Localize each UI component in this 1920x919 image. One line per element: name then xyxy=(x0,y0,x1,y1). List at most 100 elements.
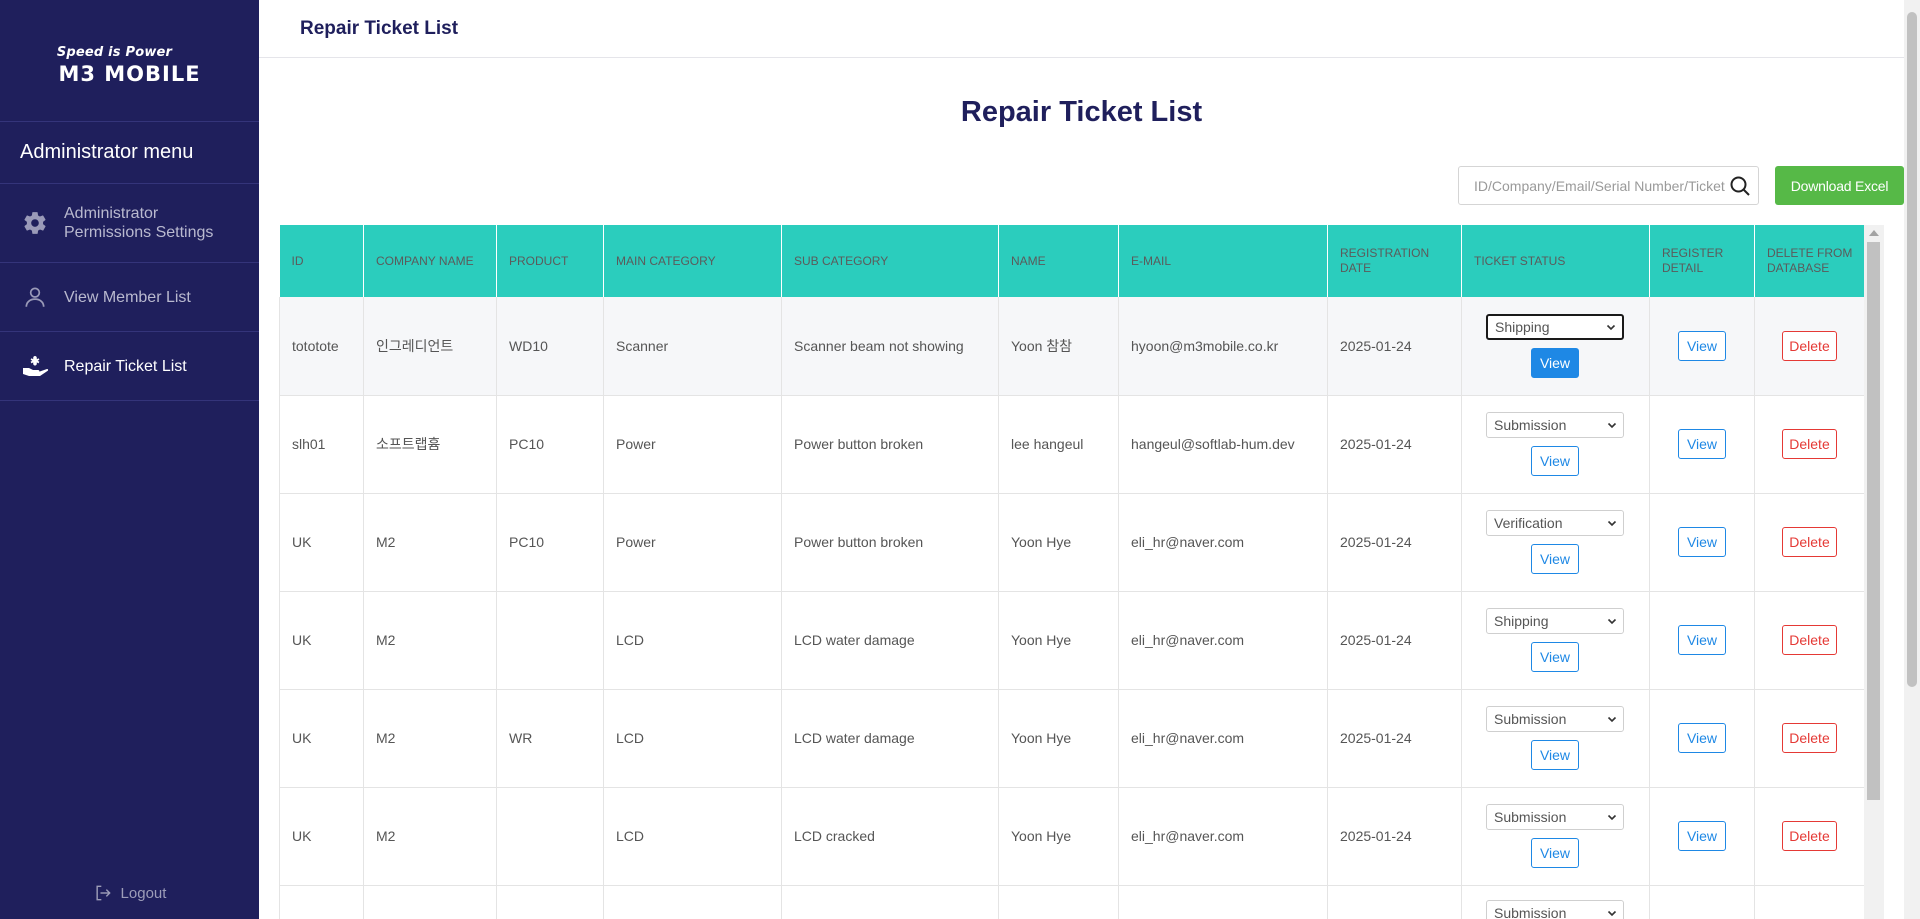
cell-id: UK xyxy=(279,493,364,592)
cell-date: 2025-01-24 xyxy=(1327,297,1462,396)
status-select[interactable]: Submission xyxy=(1486,412,1624,438)
status-select[interactable]: Submission xyxy=(1486,706,1624,732)
scroll-up-arrow[interactable] xyxy=(1869,230,1879,236)
brand-logo[interactable]: Speed is Power M3 MOBILE xyxy=(0,0,259,122)
chevron-down-icon xyxy=(1607,422,1617,429)
status-value: Submission xyxy=(1494,417,1567,433)
status-select[interactable]: Submission xyxy=(1486,804,1624,830)
status-view-button[interactable]: View xyxy=(1531,544,1579,574)
status-view-button[interactable]: View xyxy=(1531,446,1579,476)
ticket-table-container[interactable]: ID COMPANY NAME PRODUCT MAIN CATEGORY SU… xyxy=(279,225,1864,919)
status-view-button[interactable]: View xyxy=(1531,740,1579,770)
delete-button[interactable]: Delete xyxy=(1782,429,1837,459)
status-view-button[interactable]: View xyxy=(1531,838,1579,868)
cell-email: eli_hr@naver.com xyxy=(1118,689,1328,788)
cell-company: 인그레디언트 xyxy=(363,297,497,396)
cell-status: Submission View xyxy=(1461,395,1650,494)
cell-date: 2025-01-24 xyxy=(1327,493,1462,592)
status-select[interactable]: Submission xyxy=(1486,899,1624,919)
table-scrollbar-thumb[interactable] xyxy=(1867,242,1880,800)
cell-status: Submission View xyxy=(1461,689,1650,788)
logo-brand: M3 MOBILE xyxy=(58,62,201,86)
status-view-button[interactable]: View xyxy=(1531,642,1579,672)
cell-status: Submission View xyxy=(1461,787,1650,886)
cell-id: UK xyxy=(279,689,364,788)
cell-product xyxy=(496,787,604,886)
chevron-down-icon xyxy=(1607,618,1617,625)
delete-button[interactable]: Delete xyxy=(1782,821,1837,851)
cell-delete: Delete xyxy=(1754,591,1864,690)
chevron-down-icon xyxy=(1607,910,1617,916)
table-body: tototote 인그레디언트 WD10 Scanner Scanner beam no… xyxy=(279,297,1864,919)
cell-status: Submission xyxy=(1461,885,1650,919)
view-detail-button[interactable]: View xyxy=(1678,625,1726,655)
cell-company: 소프트랩흄 xyxy=(363,395,497,494)
page-scrollbar[interactable] xyxy=(1904,0,1920,919)
col-header-registration-date: REGISTRATION DATE xyxy=(1327,225,1462,297)
cell-company: M2 xyxy=(363,493,497,592)
search-box xyxy=(1458,166,1759,205)
cell-product: WD10 xyxy=(496,297,604,396)
logout-icon xyxy=(96,885,111,901)
sidebar-item-permissions[interactable]: Administrator Permissions Settings xyxy=(0,184,259,263)
view-detail-button[interactable]: View xyxy=(1678,821,1726,851)
status-select[interactable]: Verification xyxy=(1486,510,1624,536)
col-header-register-detail: REGISTER DETAIL xyxy=(1649,225,1755,297)
cell-id: tototote xyxy=(279,297,364,396)
page-scrollbar-thumb[interactable] xyxy=(1907,12,1917,687)
status-value: Shipping xyxy=(1494,613,1549,629)
cell-main-category: Power xyxy=(603,395,782,494)
cell-register-detail: View xyxy=(1649,297,1755,396)
download-excel-button[interactable]: Download Excel xyxy=(1775,166,1904,205)
status-select[interactable]: Shipping xyxy=(1486,608,1624,634)
cell-sub-category: Power button broken xyxy=(781,395,999,494)
cell-delete: Delete xyxy=(1754,787,1864,886)
status-view-button[interactable]: View xyxy=(1531,347,1579,378)
chevron-down-icon xyxy=(1607,716,1617,723)
delete-button[interactable]: Delete xyxy=(1782,330,1837,361)
col-header-main-category: MAIN CATEGORY xyxy=(603,225,782,297)
app: Speed is Power M3 MOBILE Administrator m… xyxy=(0,0,1920,919)
logout-button[interactable]: Logout xyxy=(0,883,259,903)
empty-cell xyxy=(1754,885,1864,919)
cell-name: Yoon Hye xyxy=(998,493,1119,592)
ticket-table: ID COMPANY NAME PRODUCT MAIN CATEGORY SU… xyxy=(279,225,1864,919)
empty-cell xyxy=(279,885,364,919)
col-header-delete: DELETE FROM DATABASE xyxy=(1754,225,1864,297)
table-row: UK M2 LCD LCD water damage Yoon Hye eli_hr@na… xyxy=(279,591,1864,690)
status-control: Verification View xyxy=(1486,510,1624,574)
delete-button[interactable]: Delete xyxy=(1782,527,1837,557)
table-scrollbar[interactable] xyxy=(1864,225,1884,919)
delete-button[interactable]: Delete xyxy=(1782,723,1837,753)
cell-sub-category: LCD water damage xyxy=(781,689,999,788)
empty-cell xyxy=(1649,885,1755,919)
gear-icon xyxy=(20,208,50,238)
cell-sub-category: Power button broken xyxy=(781,493,999,592)
empty-cell xyxy=(781,885,999,919)
view-detail-button[interactable]: View xyxy=(1678,723,1726,753)
col-header-product: PRODUCT xyxy=(496,225,604,297)
table-row: UK M2 PC10 Power Power button broken Yoon Hye… xyxy=(279,493,1864,592)
empty-cell xyxy=(1118,885,1328,919)
logout-label: Logout xyxy=(120,884,167,902)
table-row: UK M2 WR LCD LCD water damage Yoon Hye eli_hr@… xyxy=(279,689,1864,788)
logo-tagline: Speed is Power xyxy=(56,45,173,60)
view-detail-button[interactable]: View xyxy=(1678,330,1726,361)
cell-company: M2 xyxy=(363,689,497,788)
cell-company: M2 xyxy=(363,591,497,690)
status-select[interactable]: Shipping xyxy=(1486,313,1624,340)
view-detail-button[interactable]: View xyxy=(1678,429,1726,459)
sidebar-item-members[interactable]: View Member List xyxy=(0,263,259,332)
sidebar-item-repair[interactable]: Repair Ticket List xyxy=(0,332,259,401)
cell-id: UK xyxy=(279,591,364,690)
search-input[interactable] xyxy=(1474,177,1728,194)
status-control: Shipping View xyxy=(1486,313,1624,378)
cell-register-detail: View xyxy=(1649,591,1755,690)
cell-register-detail: View xyxy=(1649,787,1755,886)
cell-main-category: LCD xyxy=(603,689,782,788)
view-detail-button[interactable]: View xyxy=(1678,527,1726,557)
delete-button[interactable]: Delete xyxy=(1782,625,1837,655)
search-icon[interactable] xyxy=(1728,174,1752,198)
sidebar: Speed is Power M3 MOBILE Administrator m… xyxy=(0,0,259,919)
cell-status: Shipping View xyxy=(1461,297,1650,396)
